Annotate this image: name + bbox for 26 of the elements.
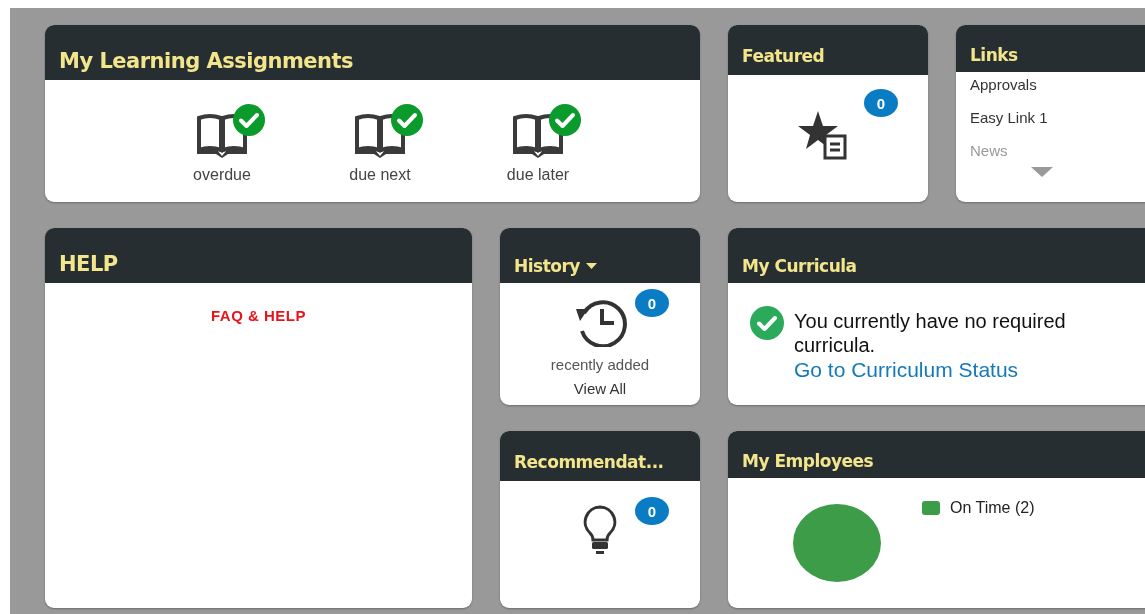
- card-title: My Curricula: [742, 256, 857, 276]
- link-item[interactable]: Approvals: [970, 76, 1145, 93]
- link-item[interactable]: Easy Link 1: [970, 109, 1145, 126]
- view-all-link[interactable]: View All: [573, 380, 627, 397]
- count-badge: 0: [635, 289, 669, 317]
- check-icon: [750, 306, 784, 340]
- faq-link[interactable]: FAQ & HELP: [211, 307, 306, 324]
- count-badge: 0: [864, 89, 898, 117]
- card-title: My Learning Assignments: [59, 49, 354, 73]
- caret-icon[interactable]: [585, 263, 597, 269]
- assignment-label[interactable]: due later: [506, 166, 570, 184]
- card-title: HELP: [59, 252, 118, 276]
- card-title: Featured: [742, 46, 825, 66]
- assignment-label[interactable]: due next: [349, 166, 411, 184]
- card-title: History: [514, 256, 580, 276]
- featured-icon: [798, 109, 848, 161]
- card-title: Recommendat...: [514, 452, 664, 472]
- count-badge: 0: [635, 497, 669, 525]
- curriculum-status-link[interactable]: Go to Curriculum Status: [794, 357, 1134, 383]
- scroll-down-icon[interactable]: [1031, 167, 1053, 177]
- caption-text: recently added: [550, 356, 650, 373]
- assignment-label[interactable]: overdue: [193, 166, 251, 184]
- card-title: My Employees: [742, 451, 874, 471]
- status-message: You currently have no required curricula.: [794, 309, 1067, 357]
- legend-label: On Time (2): [950, 499, 1035, 517]
- card-title: Links: [970, 45, 1018, 65]
